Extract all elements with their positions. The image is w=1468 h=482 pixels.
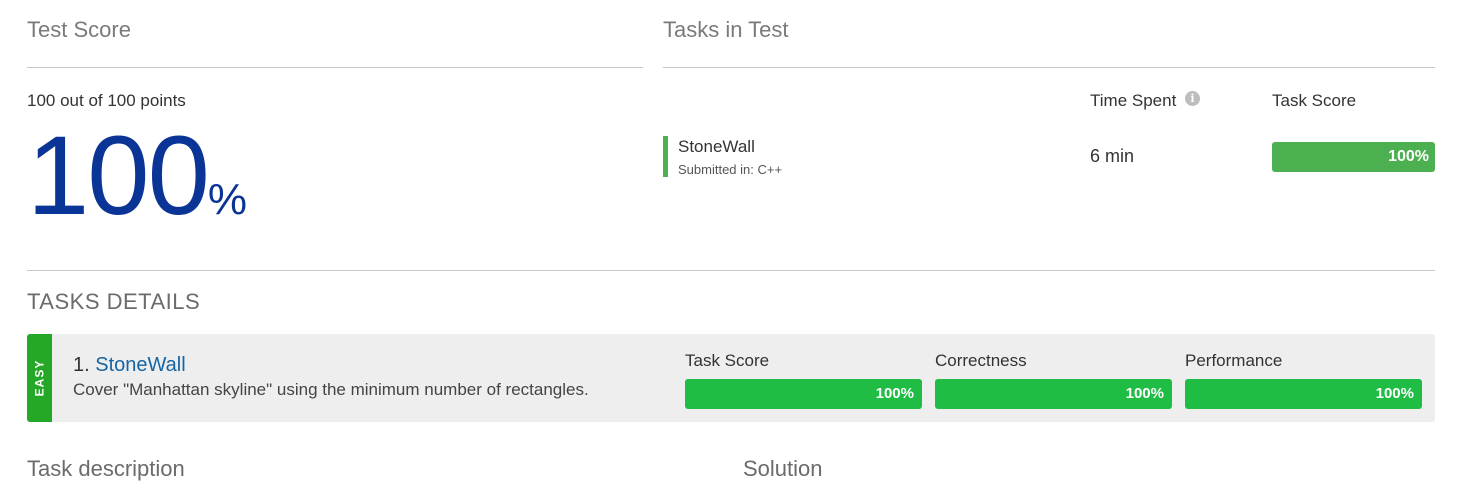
time-spent-header: Time Spent [1090,91,1177,110]
task-language: Submitted in: C++ [678,162,783,177]
task-name[interactable]: StoneWall [678,137,755,157]
solution-heading: Solution [743,456,823,481]
metric-performance-label: Performance [1185,351,1283,370]
task-number: 1. [73,354,90,376]
score-percent: 100% [27,120,247,232]
task-detail-link[interactable]: StoneWall [95,354,185,376]
task-time-spent: 6 min [1090,146,1135,166]
task-score-header: Task Score [1272,91,1357,110]
task-description-heading: Task description [27,456,185,481]
metric-task-score-label: Task Score [685,351,770,370]
score-percent-sign: % [207,175,247,224]
difficulty-label: EASY [32,359,47,397]
task-description: Cover "Manhattan skyline" using the mini… [73,380,589,399]
metric-correctness-bar: 100% [935,379,1172,409]
tasks-details-heading: TASKS DETAILS [27,289,201,314]
metric-correctness-track: 100% [935,379,1172,409]
task-detail-title: 1. StoneWall [73,354,186,377]
metric-performance-track: 100% [1185,379,1422,409]
tasks-in-test-divider [663,67,1435,68]
task-status-bar [663,136,668,177]
task-score-track: 100% [1272,142,1435,172]
task-score-bar: 100% [1272,142,1435,172]
difficulty-strip: EASY [27,334,52,422]
test-score-heading: Test Score [27,17,131,42]
points-summary: 100 out of 100 points [27,91,186,110]
metric-task-score-track: 100% [685,379,922,409]
info-icon[interactable]: i [1185,91,1200,106]
tasks-in-test-heading: Tasks in Test [663,17,789,42]
section-divider [27,270,1435,271]
test-score-divider [27,67,643,68]
metric-performance-bar: 100% [1185,379,1422,409]
metric-task-score-bar: 100% [685,379,922,409]
task-detail-card[interactable]: EASY 1. StoneWall Cover "Manhattan skyli… [27,334,1435,422]
score-percent-value: 100 [27,113,210,238]
metric-correctness-label: Correctness [935,351,1027,370]
